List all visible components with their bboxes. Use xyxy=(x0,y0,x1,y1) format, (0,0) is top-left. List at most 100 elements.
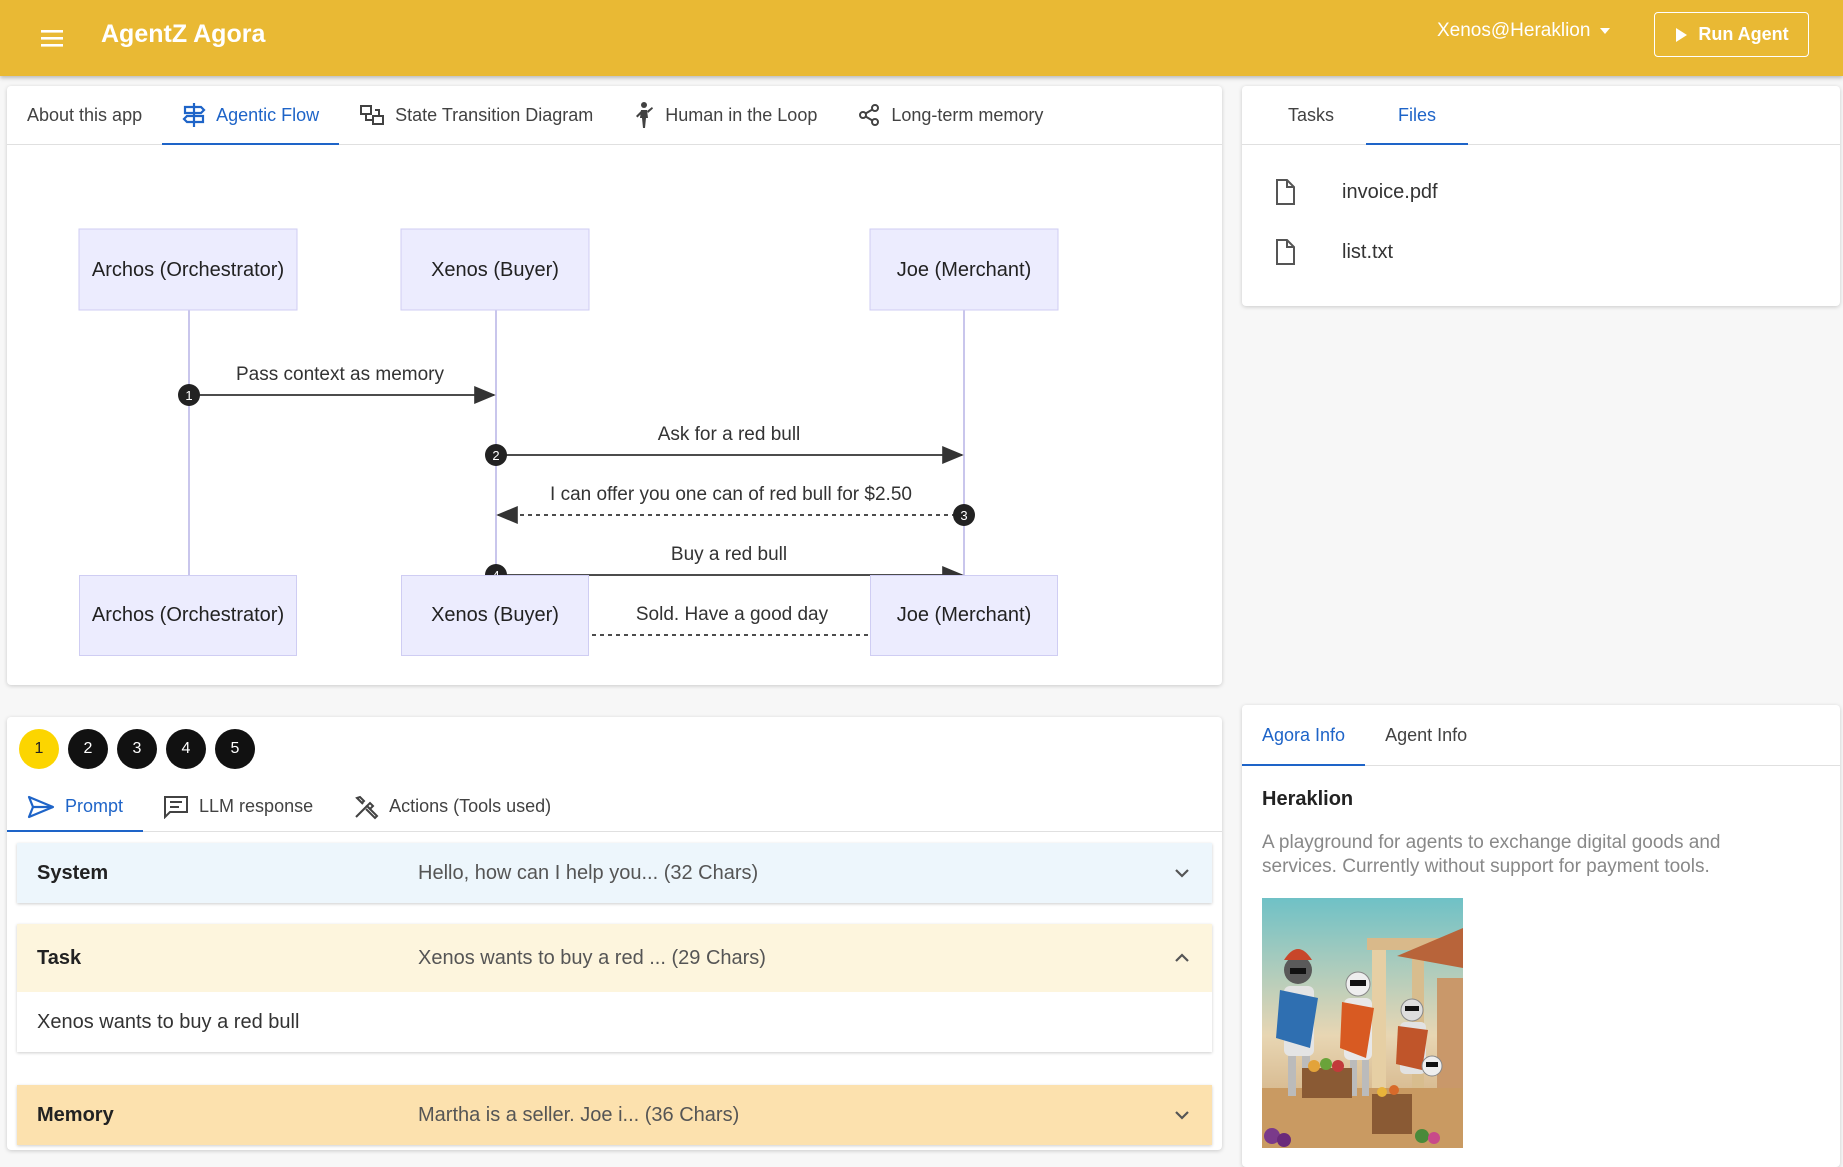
file-item[interactable]: invoice.pdf xyxy=(1274,179,1438,205)
actor-box-archos-top: Archos (Orchestrator) xyxy=(78,228,298,311)
panel-header[interactable]: System Hello, how can I help you... (32 … xyxy=(17,843,1212,903)
panel-summary: Xenos wants to buy a red ... (29 Chars) xyxy=(418,946,766,969)
actor-box-xenos-bottom: Xenos (Buyer) xyxy=(401,575,589,656)
tab-long-term-memory-label: Long-term memory xyxy=(891,104,1044,125)
panel-name: Memory xyxy=(37,1103,114,1126)
prompt-card: 1 2 3 4 5 Prompt LLM response Actions (T… xyxy=(7,717,1222,1150)
panel-summary: Martha is a seller. Joe i... (36 Chars) xyxy=(418,1103,740,1126)
flow-tabs: About this app Agentic Flow State Transi… xyxy=(7,86,1222,145)
actor-label: Xenos (Buyer) xyxy=(431,604,559,626)
tab-agentic-flow[interactable]: Agentic Flow xyxy=(162,86,340,145)
actor-box-archos-bottom: Archos (Orchestrator) xyxy=(79,575,297,656)
step-1-button[interactable]: 1 xyxy=(19,729,59,769)
tab-tasks-label: Tasks xyxy=(1288,104,1335,125)
tab-agora-info-label: Agora Info xyxy=(1262,724,1346,745)
step-5-button[interactable]: 5 xyxy=(215,729,255,769)
agora-description: A playground for agents to exchange digi… xyxy=(1262,832,1721,877)
message-2: Ask for a red bull 2 xyxy=(485,424,964,466)
panel-memory[interactable]: Memory Martha is a seller. Joe i... (36 … xyxy=(17,1085,1212,1145)
tab-files-label: Files xyxy=(1398,104,1437,125)
chevron-down-icon[interactable] xyxy=(1172,1105,1192,1125)
file-icon xyxy=(1276,239,1295,265)
actor-label: Joe (Merchant) xyxy=(896,604,1032,626)
tab-llm-response[interactable]: LLM response xyxy=(143,782,333,831)
panel-system[interactable]: System Hello, how can I help you... (32 … xyxy=(17,843,1212,903)
svg-text:2: 2 xyxy=(492,448,499,463)
run-agent-button[interactable]: Run Agent xyxy=(1654,12,1809,57)
tab-about-label: About this app xyxy=(27,104,143,125)
svg-text:Xenos (Buyer): Xenos (Buyer) xyxy=(431,259,559,281)
tab-agent-info-label: Agent Info xyxy=(1385,724,1468,745)
app-bar: AgentZ Agora Xenos@Heraklion Run Agent xyxy=(0,0,1843,76)
chat-icon xyxy=(164,795,189,819)
info-tabs: Agora Info Agent Info xyxy=(1242,705,1840,766)
tab-files[interactable]: Files xyxy=(1366,86,1469,145)
menu-icon[interactable] xyxy=(36,22,68,54)
actor-label: Archos (Orchestrator) xyxy=(91,604,285,626)
chevron-up-icon[interactable] xyxy=(1172,948,1192,968)
info-card: Agora Info Agent Info Heraklion A playgr… xyxy=(1242,705,1840,1167)
tools-icon xyxy=(355,795,379,819)
files-tabs: Tasks Files xyxy=(1242,86,1840,145)
state-diagram-icon xyxy=(360,105,385,125)
prompt-tabs: Prompt LLM response Actions (Tools used) xyxy=(7,782,1222,832)
svg-text:1: 1 xyxy=(185,388,192,403)
tab-state-diagram[interactable]: State Transition Diagram xyxy=(339,86,613,144)
chevron-down-icon[interactable] xyxy=(1172,863,1192,883)
play-icon xyxy=(1676,27,1688,42)
svg-text:Buy a red bull: Buy a red bull xyxy=(671,544,787,565)
file-name: list.txt xyxy=(1342,240,1394,263)
svg-text:Pass context as memory: Pass context as memory xyxy=(236,364,445,385)
step-4-button[interactable]: 4 xyxy=(166,729,206,769)
run-agent-label: Run Agent xyxy=(1698,24,1789,44)
signpost-icon xyxy=(182,103,206,127)
step-2-button[interactable]: 2 xyxy=(68,729,108,769)
panel-body: Xenos wants to buy a red bull xyxy=(17,992,1212,1052)
user-menu[interactable]: Xenos@Heraklion xyxy=(1437,20,1612,42)
app-title: AgentZ Agora xyxy=(101,20,266,48)
tab-tasks[interactable]: Tasks xyxy=(1256,86,1366,144)
step-3-button[interactable]: 3 xyxy=(117,729,157,769)
svg-text:Joe (Merchant): Joe (Merchant) xyxy=(897,259,1032,281)
svg-text:Archos (Orchestrator): Archos (Orchestrator) xyxy=(92,259,284,281)
tab-llm-response-label: LLM response xyxy=(199,796,314,816)
user-label: Xenos@Heraklion xyxy=(1437,20,1591,41)
panel-name: System xyxy=(37,861,109,884)
file-icon xyxy=(1276,179,1295,205)
svg-text:3: 3 xyxy=(960,508,967,523)
tab-agora-info[interactable]: Agora Info xyxy=(1242,705,1366,766)
tab-prompt-label: Prompt xyxy=(65,796,124,816)
files-card: Tasks Files invoice.pdf list.txt xyxy=(1242,86,1840,306)
step-selector: 1 2 3 4 5 xyxy=(19,729,255,769)
tab-prompt[interactable]: Prompt xyxy=(7,782,144,832)
agora-illustration xyxy=(1262,898,1463,1148)
panel-header[interactable]: Memory Martha is a seller. Joe i... (36 … xyxy=(17,1085,1212,1145)
tab-human-loop-label: Human in the Loop xyxy=(665,104,818,125)
panel-summary: Hello, how can I help you... (32 Chars) xyxy=(418,861,759,884)
panel-name: Task xyxy=(37,946,82,969)
tab-agentic-flow-label: Agentic Flow xyxy=(216,104,320,125)
share-icon xyxy=(859,104,880,126)
file-item[interactable]: list.txt xyxy=(1274,239,1393,265)
tab-actions[interactable]: Actions (Tools used) xyxy=(333,782,571,831)
tab-long-term-memory[interactable]: Long-term memory xyxy=(837,86,1063,144)
tab-state-diagram-label: State Transition Diagram xyxy=(395,104,594,125)
send-icon xyxy=(27,795,55,818)
message-1: Pass context as memory 1 xyxy=(178,364,496,406)
tab-about[interactable]: About this app xyxy=(7,86,162,144)
actor-box-xenos-top: Xenos (Buyer) xyxy=(400,228,590,311)
agora-name: Heraklion xyxy=(1262,788,1354,810)
actor-box-joe-top: Joe (Merchant) xyxy=(869,228,1059,311)
file-name: invoice.pdf xyxy=(1342,180,1438,203)
tab-agent-info[interactable]: Agent Info xyxy=(1365,705,1487,765)
panel-header[interactable]: Task Xenos wants to buy a red ... (29 Ch… xyxy=(17,924,1212,992)
message-3: I can offer you one can of red bull for … xyxy=(496,484,975,526)
caret-down-icon xyxy=(1600,28,1611,34)
tab-human-loop[interactable]: Human in the Loop xyxy=(613,86,837,144)
person-walking-icon xyxy=(636,102,654,128)
svg-text:Ask for a red bull: Ask for a red bull xyxy=(658,424,801,445)
panel-task[interactable]: Task Xenos wants to buy a red ... (29 Ch… xyxy=(17,924,1212,1052)
actor-box-joe-bottom: Joe (Merchant) xyxy=(870,575,1058,656)
tab-actions-label: Actions (Tools used) xyxy=(389,796,552,816)
svg-text:I can offer you one can of red: I can offer you one can of red bull for … xyxy=(550,484,912,505)
